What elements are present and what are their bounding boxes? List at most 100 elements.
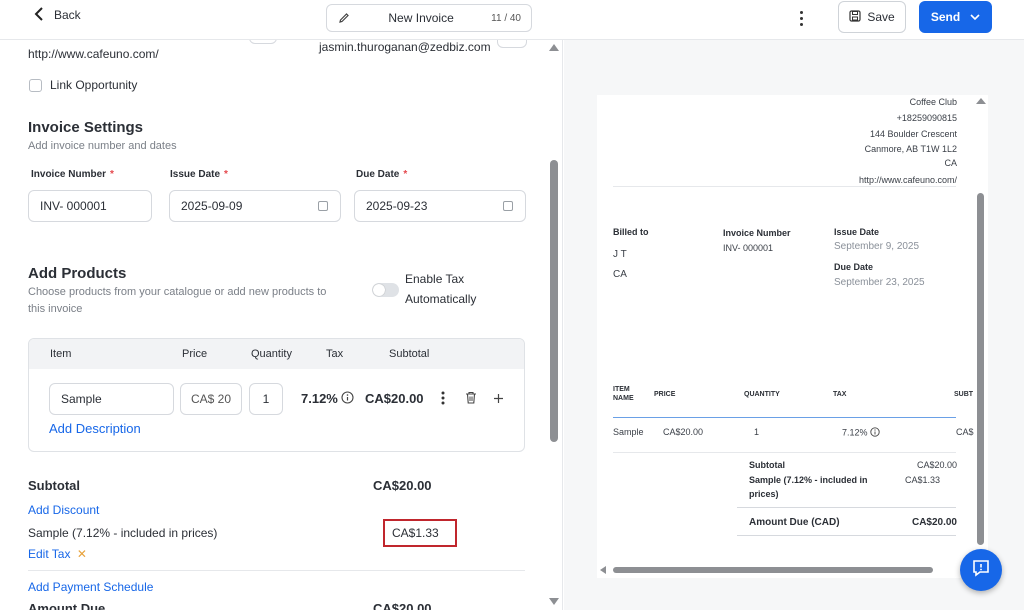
chevron-left-icon (34, 6, 46, 24)
due-date-value: 2025-09-23 (366, 199, 428, 213)
header-tax: Tax (326, 348, 344, 360)
amount-due-value: CA$20.00 (373, 601, 432, 610)
preview-scroll-up-icon[interactable] (976, 98, 986, 104)
preview-due-date-value: September 23, 2025 (834, 277, 925, 288)
save-label: Save (867, 10, 895, 24)
preview-divider (613, 186, 956, 187)
link-opportunity-label: Link Opportunity (50, 78, 138, 92)
more-options-icon[interactable] (794, 6, 808, 30)
add-products-subtitle-line2: this invoice (28, 303, 83, 315)
send-button[interactable]: Send (919, 1, 992, 33)
amount-due-label: Amount Due (28, 601, 106, 610)
scroll-down-icon[interactable] (549, 598, 559, 605)
preview-header-quantity: QUANTITY (744, 391, 780, 398)
edit-tax-link[interactable]: Edit Tax (28, 547, 70, 561)
preview-amount-due-value: CA$20.00 (911, 517, 957, 528)
issue-date-input[interactable]: 2025-09-09 (169, 190, 341, 222)
product-tax-value: 7.12% (301, 391, 338, 406)
preview-company-address1: 144 Boulder Crescent (869, 129, 957, 139)
help-chat-button[interactable] (960, 549, 1002, 591)
preview-subtotal-value: CA$20.00 (916, 460, 957, 470)
preview-table-rule (613, 417, 956, 418)
preview-company-name: Coffee Club (909, 97, 957, 107)
preview-scroll-thumb[interactable] (977, 193, 984, 545)
form-scrollbar[interactable] (548, 40, 560, 610)
products-table: Item Price Quantity Tax Subtotal Sample … (28, 338, 525, 452)
preview-billed-to-label: Billed to (613, 227, 649, 237)
add-description-link[interactable]: Add Description (49, 421, 141, 436)
row-more-icon[interactable] (441, 391, 445, 410)
calendar-icon[interactable] (318, 201, 328, 211)
form-scroll-thumb[interactable] (550, 160, 558, 442)
preview-scroll-left-icon[interactable] (600, 566, 606, 574)
add-products-title: Add Products (28, 265, 127, 282)
chat-icon (971, 558, 991, 583)
preview-company-country: CA (944, 158, 957, 168)
preview-tax-value: CA$1.33 (905, 475, 941, 485)
subtotal-label: Subtotal (28, 478, 80, 493)
subtotal-value: CA$20.00 (373, 478, 432, 493)
enable-tax-label-line2: Automatically (405, 292, 477, 306)
invoice-number-value: INV- 000001 (40, 199, 107, 213)
invoice-settings-subtitle: Add invoice number and dates (28, 140, 177, 152)
info-icon (870, 427, 880, 439)
due-date-input[interactable]: 2025-09-23 (354, 190, 526, 222)
preview-header-subtotal: SUBT (954, 391, 974, 398)
preview-billed-to-name: J T (613, 249, 627, 260)
preview-company-phone: +18259090815 (896, 113, 957, 123)
preview-row-subtotal: CA$ (956, 427, 974, 437)
preview-total-rule (737, 507, 956, 508)
product-item-input[interactable]: Sample (49, 383, 174, 415)
send-label: Send (930, 10, 961, 24)
preview-company-address2: Canmore, AB T1W 1L2 (864, 144, 957, 154)
plus-icon[interactable] (493, 391, 504, 409)
partial-field[interactable] (249, 40, 277, 44)
client-website: http://www.cafeuno.com/ (28, 47, 159, 61)
due-date-label: Due Date * (356, 169, 408, 180)
preview-horizontal-scroll-thumb[interactable] (613, 567, 933, 573)
product-quantity-value: 1 (262, 392, 270, 406)
partial-field-2[interactable] (497, 40, 527, 48)
product-item-value: Sample (61, 392, 102, 406)
link-opportunity-checkbox[interactable] (29, 79, 42, 92)
product-price-input[interactable]: CA$ 20 (180, 383, 242, 415)
enable-tax-toggle[interactable] (372, 283, 399, 297)
save-button[interactable]: Save (838, 1, 906, 33)
preview-row-tax: 7.12% (842, 427, 880, 439)
step-counter: 11 / 40 (491, 12, 521, 24)
header-quantity: Quantity (251, 348, 292, 360)
divider (28, 570, 525, 571)
header-subtotal: Subtotal (389, 348, 430, 360)
products-table-header: Item Price Quantity Tax Subtotal (29, 339, 524, 369)
preview-row-rule (613, 452, 956, 453)
invoice-settings-title: Invoice Settings (28, 119, 144, 136)
preview-invoice-number-label: Invoice Number (723, 228, 791, 238)
back-label: Back (54, 8, 81, 22)
invoice-number-input[interactable]: INV- 000001 (28, 190, 152, 222)
preview-row-quantity: 1 (754, 427, 760, 437)
preview-total-rule-bottom (737, 535, 956, 536)
edit-tax-row: Edit Tax ✕ (28, 547, 87, 561)
add-payment-schedule-link[interactable]: Add Payment Schedule (28, 580, 153, 594)
info-icon[interactable] (341, 391, 354, 409)
calendar-icon[interactable] (503, 201, 513, 211)
close-icon[interactable]: ✕ (77, 547, 87, 561)
save-icon (849, 9, 861, 25)
preview-subtotal-label: Subtotal (749, 460, 785, 470)
back-button[interactable]: Back (34, 6, 81, 24)
product-quantity-input[interactable]: 1 (249, 383, 283, 415)
add-discount-link[interactable]: Add Discount (28, 503, 99, 517)
invoice-preview-document: Coffee Club +18259090815 144 Boulder Cre… (597, 95, 988, 578)
preview-row-item: Sample (613, 427, 644, 437)
product-subtotal-value: CA$20.00 (365, 391, 424, 406)
issue-date-value: 2025-09-09 (181, 199, 243, 213)
scroll-up-icon[interactable] (549, 44, 559, 51)
top-bar: Back New Invoice 11 / 40 Save Send (0, 0, 1024, 40)
preview-billed-to-country: CA (613, 269, 627, 280)
preview-header-item: ITEM NAME (613, 386, 634, 402)
add-products-subtitle-line1: Choose products from your catalogue or a… (28, 286, 327, 298)
pencil-icon (337, 11, 351, 25)
trash-icon[interactable] (465, 391, 477, 409)
product-price-value: CA$ 20 (191, 392, 232, 406)
document-title-pill[interactable]: New Invoice 11 / 40 (326, 4, 532, 32)
